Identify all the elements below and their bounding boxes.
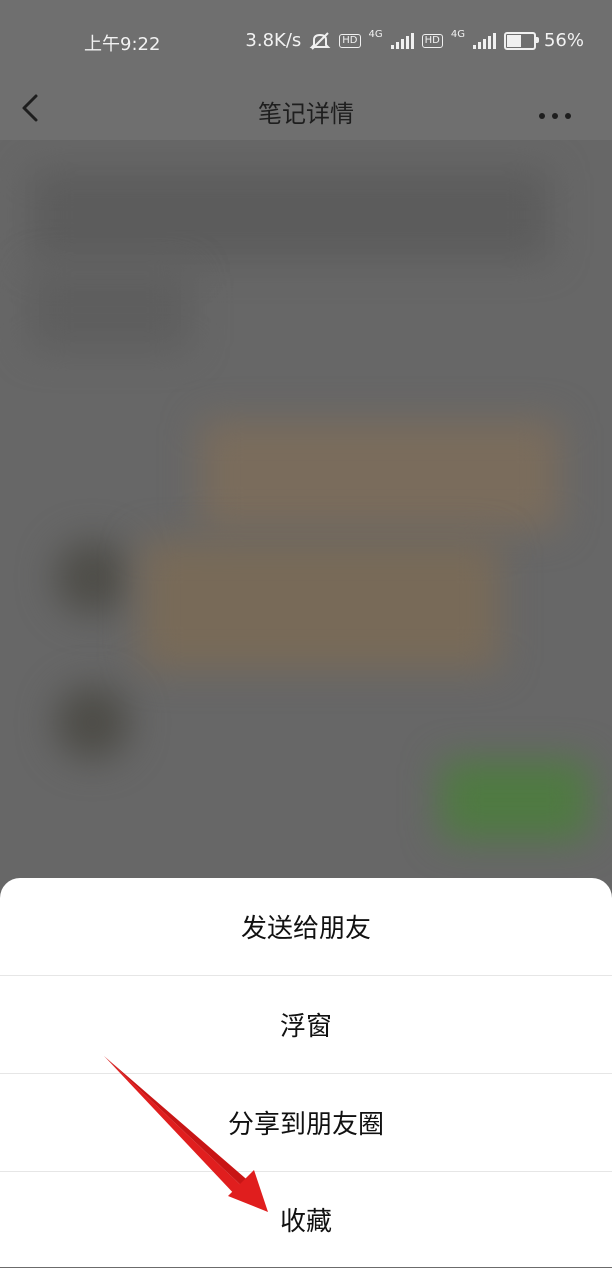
signal-icon-2 [472,32,496,49]
blurred-avatar [55,540,130,615]
network-speed: 3.8K/s [245,30,302,51]
battery-icon [503,31,539,50]
page-title: 笔记详情 [258,100,354,128]
nav-bar: 笔记详情 [0,80,612,140]
floating-window-label: 浮窗 [279,1012,332,1042]
blurred-avatar-2 [55,685,130,760]
note-content-blurred [0,140,612,900]
favorite-label: 收藏 [279,1207,332,1237]
blurred-chat-bubble [200,420,560,530]
battery-level: 56% [543,30,584,51]
hd-icon: HD [339,33,361,48]
status-bar: 上午9:22 3.8K/s HD 4G HD 4G 56% [0,0,612,80]
blurred-chat-bubble-2 [140,540,500,670]
blurred-text-block-2 [30,270,190,350]
share-to-moments-button[interactable]: 分享到朋友圈 [0,1074,612,1172]
share-action-sheet: 发送给朋友 浮窗 分享到朋友圈 收藏 [0,878,612,1267]
floating-window-button[interactable]: 浮窗 [0,976,612,1074]
bell-off-icon [309,31,331,50]
status-time: 上午9:22 [84,34,161,55]
hd-icon-2: HD [421,33,443,48]
network-type: 4G [368,29,383,40]
send-to-friend-label: 发送给朋友 [240,914,371,944]
blurred-text-block [30,170,550,260]
signal-icon [390,32,414,49]
blurred-green-bubble [440,760,590,840]
network-type-2: 4G [450,29,465,40]
status-icons: 3.8K/s HD 4G HD 4G 56% [245,29,584,51]
more-horizontal-icon[interactable] [538,98,572,128]
share-to-moments-label: 分享到朋友圈 [227,1110,384,1140]
send-to-friend-button[interactable]: 发送给朋友 [0,878,612,976]
favorite-button[interactable]: 收藏 [0,1171,612,1268]
